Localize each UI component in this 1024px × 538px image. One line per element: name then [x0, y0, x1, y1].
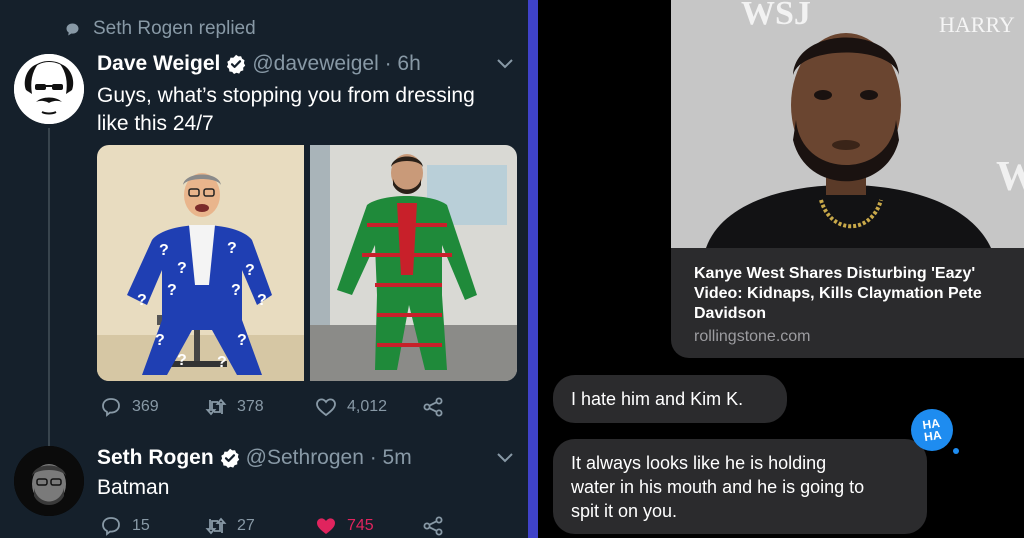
author-name[interactable]: Dave Weigel [97, 52, 220, 76]
link-title: Kanye West Shares Disturbing 'Eazy' Vide… [694, 264, 1014, 324]
message-text-line: spit it on you. [571, 501, 678, 521]
tweet-header: Dave Weigel @daveweigel · 6h [97, 52, 421, 76]
tweet-media[interactable]: ??? ??? ??? ??? [97, 145, 517, 381]
message-text-line: It always looks like he is holding [571, 453, 827, 473]
message-text-line: water in his mouth and he is going to [571, 477, 865, 497]
reply-icon [102, 517, 120, 536]
reply-count: 369 [132, 398, 159, 415]
chevron-down-icon[interactable] [496, 452, 514, 464]
reply-count: 15 [132, 517, 150, 534]
speech-bubble-icon [66, 23, 79, 35]
tweet-text-line: Guys, what’s stopping you from dressing [97, 84, 475, 107]
message-text: I hate him and Kim K. [571, 389, 744, 409]
link-preview-image: WSJ HARRY W [671, 0, 1024, 248]
like-action[interactable]: 4,012 [315, 396, 387, 418]
tweet-text: Batman [97, 476, 170, 499]
backdrop-logo-text: WSJ [741, 0, 811, 32]
verified-badge-icon [220, 448, 239, 468]
like-count: 745 [347, 517, 374, 534]
replied-label: Seth Rogen replied [93, 18, 256, 39]
retweet-action[interactable]: 378 [205, 396, 264, 418]
share-icon [423, 516, 443, 536]
link-title-line: Davidson [694, 305, 767, 322]
chevron-down-icon[interactable] [496, 58, 514, 70]
share-action[interactable] [422, 396, 444, 418]
retweet-action[interactable]: 27 [205, 515, 255, 537]
link-title-line: Video: Kidnaps, Kills Claymation Pete [694, 285, 982, 302]
author-handle-and-time: @Sethrogen · 5m [245, 446, 412, 469]
cartoon-face-avatar-image [14, 54, 84, 124]
like-action[interactable]: 745 [315, 515, 374, 537]
thread-connector-line [48, 128, 50, 446]
link-title-line: Kanye West Shares Disturbing 'Eazy' [694, 265, 976, 282]
link-domain: rollingstone.com [694, 328, 811, 345]
like-count: 4,012 [347, 398, 388, 415]
retweet-icon [205, 517, 227, 535]
avatar-dave-weigel[interactable] [14, 54, 84, 124]
message-thread-panel: WSJ HARRY W Kanye West Shares Disturbing… [538, 0, 1024, 538]
message-bubble[interactable]: It always looks like he is holding water… [553, 439, 927, 534]
svg-text:?: ? [257, 292, 267, 309]
message-bubble[interactable]: I hate him and Kim K. [553, 375, 787, 423]
retweet-icon [205, 398, 227, 416]
tweet-text: Guys, what’s stopping you from dressing … [97, 82, 475, 138]
svg-text:?: ? [231, 282, 241, 299]
svg-text:?: ? [177, 260, 187, 277]
svg-text:?: ? [155, 332, 165, 349]
share-action[interactable] [422, 515, 444, 537]
svg-text:?: ? [167, 282, 177, 299]
panel-divider [528, 0, 538, 538]
tweet-text-line: like this 24/7 [97, 112, 214, 135]
retweet-count: 378 [237, 398, 264, 415]
svg-text:?: ? [237, 332, 247, 349]
svg-text:W: W [996, 154, 1024, 200]
reply-icon [102, 398, 120, 417]
heart-filled-icon [317, 518, 335, 534]
reply-action[interactable]: 369 [100, 396, 159, 418]
profile-photo-image [14, 446, 84, 516]
twitter-thread-panel: Seth Rogen replied Dave Weigel @daveweig… [0, 0, 528, 538]
retweet-count: 27 [237, 517, 255, 534]
svg-text:?: ? [177, 352, 187, 369]
svg-text:?: ? [227, 240, 237, 257]
author-name[interactable]: Seth Rogen [97, 446, 214, 470]
share-icon [423, 397, 443, 417]
haha-reaction-icon[interactable]: HA HA [910, 408, 960, 454]
svg-text:?: ? [137, 292, 147, 309]
tweet-photos-image: ??? ??? ??? ??? [97, 145, 517, 381]
avatar-seth-rogen[interactable] [14, 446, 84, 516]
svg-text:?: ? [245, 262, 255, 279]
verified-badge-icon [227, 54, 246, 74]
svg-text:?: ? [217, 354, 227, 371]
link-preview-card[interactable]: WSJ HARRY W Kanye West Shares Disturbing… [671, 0, 1024, 358]
reply-action[interactable]: 15 [100, 515, 150, 537]
author-handle-and-time: @daveweigel · 6h [252, 52, 421, 75]
svg-text:HA: HA [923, 428, 942, 444]
svg-text:?: ? [159, 242, 169, 259]
heart-icon [316, 398, 336, 417]
backdrop-sign-text: HARRY [939, 12, 1015, 37]
tweet-header: Seth Rogen @Sethrogen · 5m [97, 446, 412, 470]
replied-indicator: Seth Rogen replied [66, 18, 256, 40]
